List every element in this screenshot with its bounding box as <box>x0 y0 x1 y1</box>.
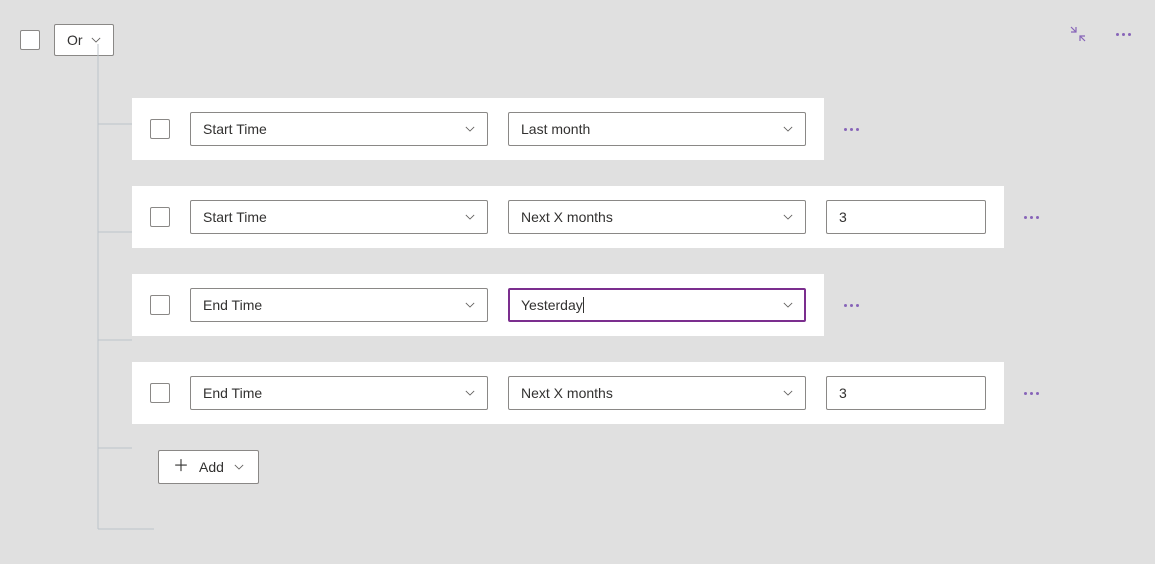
chevron-down-icon <box>783 388 793 398</box>
field-dropdown[interactable]: Start Time <box>190 200 488 234</box>
operator-dropdown[interactable]: Next X months <box>508 200 806 234</box>
group-more-icon[interactable] <box>1112 29 1135 40</box>
group-operator-label: Or <box>67 32 83 48</box>
field-label: Start Time <box>203 209 267 225</box>
operator-label: Yesterday <box>521 297 584 313</box>
chevron-down-icon <box>783 124 793 134</box>
condition-row: Start Time Next X months 3 <box>132 186 1004 248</box>
collapse-icon[interactable] <box>1068 24 1088 44</box>
row-more-icon[interactable] <box>1020 212 1043 223</box>
row-checkbox[interactable] <box>150 295 170 315</box>
chevron-down-icon <box>465 300 475 310</box>
chevron-down-icon <box>465 124 475 134</box>
row-checkbox[interactable] <box>150 119 170 139</box>
condition-row: Start Time Last month <box>132 98 824 160</box>
operator-label: Next X months <box>521 209 613 225</box>
group-checkbox[interactable] <box>20 30 40 50</box>
add-button[interactable]: ＋ Add <box>158 450 259 484</box>
row-checkbox[interactable] <box>150 207 170 227</box>
field-label: End Time <box>203 297 262 313</box>
condition-row: End Time Next X months 3 <box>132 362 1004 424</box>
field-label: Start Time <box>203 121 267 137</box>
chevron-down-icon <box>465 388 475 398</box>
value-text: 3 <box>839 385 847 401</box>
value-input[interactable]: 3 <box>826 200 986 234</box>
chevron-down-icon <box>234 462 244 472</box>
field-dropdown[interactable]: End Time <box>190 376 488 410</box>
row-more-icon[interactable] <box>840 124 863 135</box>
chevron-down-icon <box>465 212 475 222</box>
field-dropdown[interactable]: Start Time <box>190 112 488 146</box>
operator-label: Last month <box>521 121 590 137</box>
condition-row: End Time Yesterday <box>132 274 824 336</box>
value-text: 3 <box>839 209 847 225</box>
field-label: End Time <box>203 385 262 401</box>
operator-label: Next X months <box>521 385 613 401</box>
operator-dropdown[interactable]: Yesterday <box>508 288 806 322</box>
add-label: Add <box>199 459 224 475</box>
operator-dropdown[interactable]: Last month <box>508 112 806 146</box>
row-more-icon[interactable] <box>840 300 863 311</box>
row-checkbox[interactable] <box>150 383 170 403</box>
value-input[interactable]: 3 <box>826 376 986 410</box>
operator-dropdown[interactable]: Next X months <box>508 376 806 410</box>
chevron-down-icon <box>783 300 793 310</box>
field-dropdown[interactable]: End Time <box>190 288 488 322</box>
row-more-icon[interactable] <box>1020 388 1043 399</box>
chevron-down-icon <box>783 212 793 222</box>
plus-icon: ＋ <box>173 459 189 475</box>
